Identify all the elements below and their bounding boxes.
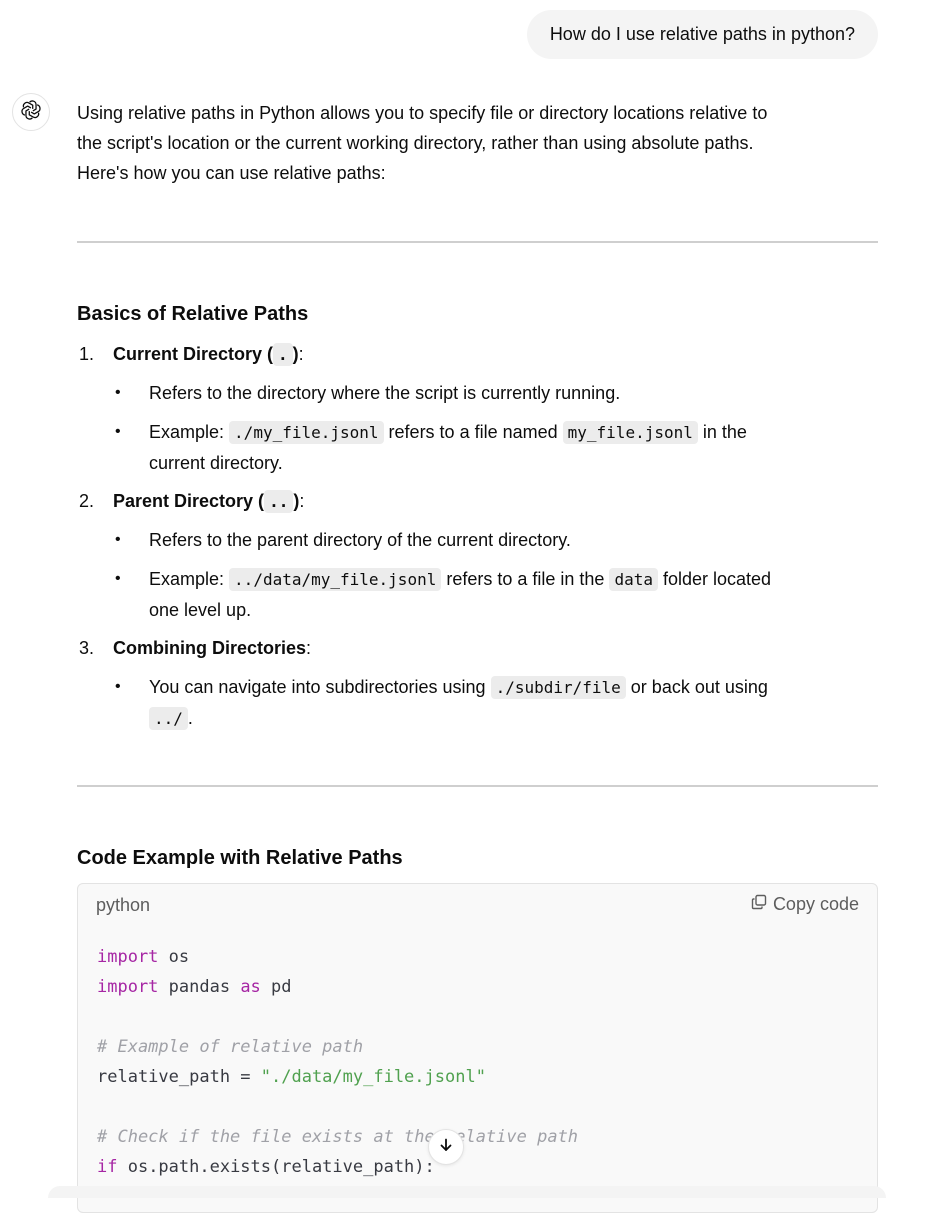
scroll-to-bottom-button[interactable]	[428, 1129, 464, 1165]
bullet-text: Refers to the directory where the script…	[149, 383, 621, 403]
chatgpt-logo-icon	[20, 99, 42, 126]
code-language-label: python	[96, 895, 151, 915]
bullet-dot: •	[115, 531, 121, 548]
section-divider	[77, 785, 878, 787]
bullet-dot: •	[115, 384, 121, 401]
code-keyword: as	[240, 977, 261, 997]
text: one level up.	[149, 600, 252, 620]
inline-code: ../data/my_file.jsonl	[229, 568, 442, 591]
text: refers to a file in the	[441, 569, 610, 589]
user-message-bubble: How do I use relative paths in python?	[526, 10, 878, 59]
arrow-down-icon	[438, 1137, 454, 1158]
label-colon: :	[306, 638, 312, 658]
list-number: 1.	[79, 344, 95, 364]
text: .	[187, 708, 193, 728]
code-text: os.path.exists(relative_path):	[117, 1157, 435, 1177]
intro-line: Using relative paths in Python allows yo…	[77, 103, 768, 123]
copy-code-button[interactable]: Copy code	[751, 894, 859, 915]
bullet-dot: •	[115, 423, 121, 440]
text: Example:	[149, 422, 230, 442]
label-text: Current Directory (	[113, 344, 274, 364]
text: in the	[697, 422, 747, 442]
code-block: python Copy code import os import pandas…	[77, 883, 878, 1213]
list-item-label: Parent Directory (..):	[113, 486, 304, 517]
inline-code: my_file.jsonl	[562, 421, 698, 444]
composer-edge	[48, 1186, 886, 1198]
code-string: "./data/my_file.jsonl"	[260, 1067, 486, 1087]
bullet-text: You can navigate into subdirectories usi…	[149, 672, 869, 734]
text: Example:	[149, 569, 230, 589]
code-content[interactable]: import os import pandas as pd # Example …	[97, 942, 578, 1182]
list-item-combining-directories: 3. Combining Directories:	[77, 633, 878, 663]
text: current directory.	[149, 453, 283, 473]
text: refers to a file named	[383, 422, 563, 442]
list-item-current-directory: 1. Current Directory (.):	[77, 339, 878, 369]
assistant-message: Using relative paths in Python allows yo…	[77, 98, 878, 1213]
copy-icon	[751, 894, 767, 915]
label-text: Combining Directories	[113, 638, 307, 658]
list-item-label: Current Directory (.):	[113, 339, 304, 370]
inline-code: ../	[149, 707, 188, 730]
text: You can navigate into subdirectories usi…	[149, 677, 491, 697]
bullet-text: Example: ./my_file.jsonl refers to a fil…	[149, 417, 869, 478]
list-item-label: Combining Directories:	[113, 633, 311, 663]
section-heading-code-example: Code Example with Relative Paths	[77, 847, 403, 869]
label-colon: :	[299, 491, 305, 511]
copy-code-label: Copy code	[772, 894, 859, 914]
label-colon: :	[298, 344, 304, 364]
inline-code: ..	[264, 490, 294, 513]
list-number: 2.	[79, 491, 95, 511]
bullet-text: Example: ../data/my_file.jsonl refers to…	[149, 564, 869, 625]
code-block-header: python Copy code	[78, 884, 877, 926]
code-keyword: import	[97, 947, 159, 967]
list-item-parent-directory: 2. Parent Directory (..):	[77, 486, 878, 516]
inline-code: ./subdir/file	[490, 676, 626, 699]
intro-paragraph: Using relative paths in Python allows yo…	[77, 98, 878, 188]
inline-code: .	[273, 343, 293, 366]
text: or back out using	[625, 677, 768, 697]
bullet-text: Refers to the parent directory of the cu…	[149, 530, 571, 550]
code-comment: # Example of relative path	[97, 1037, 364, 1057]
code-keyword: import	[97, 977, 159, 997]
list-number: 3.	[79, 638, 95, 658]
intro-line: Here's how you can use relative paths:	[77, 163, 386, 183]
intro-line: the script's location or the current wor…	[77, 133, 754, 153]
text: folder located	[657, 569, 772, 589]
user-message-text: How do I use relative paths in python?	[549, 24, 855, 44]
section-divider	[77, 241, 878, 243]
code-text: os	[158, 947, 190, 967]
bullet-dot: •	[115, 678, 121, 695]
code-comment: # Check if the file exists at the relati…	[97, 1127, 579, 1147]
section-heading-basics: Basics of Relative Paths	[77, 303, 309, 325]
code-keyword: if	[97, 1157, 118, 1177]
assistant-avatar	[12, 93, 50, 131]
label-text: Parent Directory (	[113, 491, 265, 511]
inline-code: data	[609, 568, 658, 591]
inline-code: ./my_file.jsonl	[229, 421, 384, 444]
code-text: pandas	[158, 977, 241, 997]
code-text: pd	[260, 977, 292, 997]
bullet-dot: •	[115, 570, 121, 587]
code-text: relative_path =	[97, 1067, 261, 1087]
